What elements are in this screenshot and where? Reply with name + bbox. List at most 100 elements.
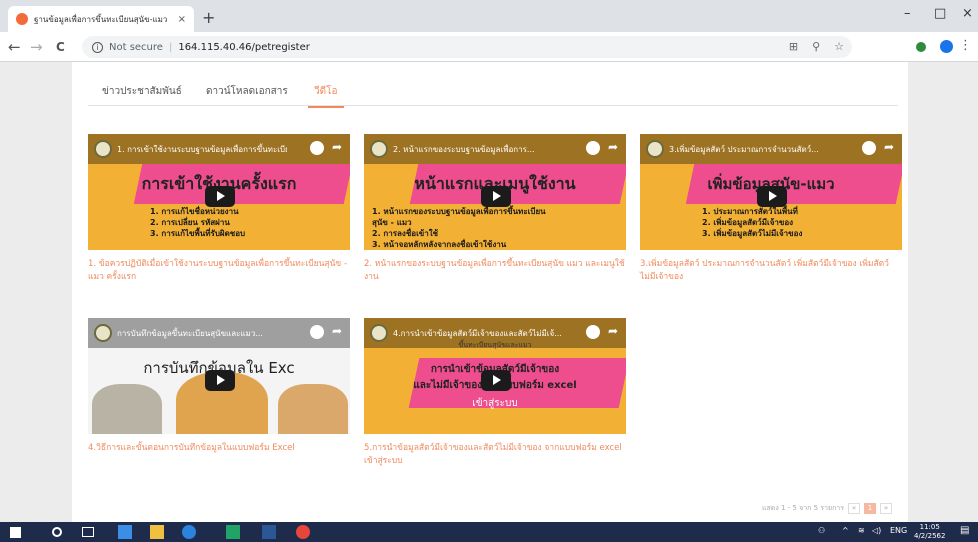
site-favicon-icon [16, 13, 28, 25]
pagination-page-button[interactable]: 1 [864, 503, 876, 514]
video-card: 1. การเข้าใช้งานระบบฐานข้อมูลเพื่อการขึ้… [88, 134, 350, 284]
windows-taskbar: ⚇ ^ ≋ ◁) ENG 11:05 4/2/2562 ▤ [0, 522, 978, 542]
maximize-button[interactable]: □ [934, 6, 946, 21]
translate-icon[interactable]: ⊞ [789, 40, 798, 53]
bullet-text: สุนัข - แมว [372, 218, 412, 227]
watch-later-icon[interactable] [310, 141, 324, 155]
clock-time: 11:05 [919, 523, 940, 531]
new-tab-button[interactable]: + [202, 8, 215, 27]
bookmark-star-icon[interactable]: ☆ [834, 40, 844, 53]
share-icon[interactable]: ➦ [332, 324, 342, 338]
video-title-link[interactable]: 5.การนำข้อมูลสัตว์มีเจ้าของและสัตว์ไม่มี… [364, 442, 626, 468]
pagination-summary: แสดง 1 - 5 จาก 5 รายการ [762, 504, 844, 512]
tab-downloads[interactable]: ดาวน์โหลดเอกสาร [206, 84, 288, 99]
watch-later-icon[interactable] [310, 325, 324, 339]
share-icon[interactable]: ➦ [608, 140, 618, 154]
bullet-text: 3. เพิ่มข้อมูลสัตว์ไม่มีเจ้าของ [702, 229, 803, 238]
browser-tab-title: ฐานข้อมูลเพื่อการขึ้นทะเบียนสุนัข-แมว [34, 14, 168, 24]
word-icon[interactable] [262, 525, 276, 539]
reload-button[interactable]: C [56, 40, 65, 54]
bullet-text: 1. ประมาณการสัตว์ในพื้นที่ [702, 207, 798, 216]
extension-icon[interactable] [916, 42, 926, 52]
tray-chevron-icon[interactable]: ^ [842, 526, 849, 535]
search-icon[interactable] [52, 527, 62, 537]
tab-videos[interactable]: วีดีโอ [308, 84, 343, 108]
bullet-text: 3. การแก้ไขพื้นที่รับผิดชอบ [150, 229, 246, 238]
back-button[interactable]: ← [8, 38, 21, 56]
info-icon[interactable]: i [92, 41, 103, 53]
task-view-icon[interactable] [82, 527, 94, 537]
content-panel: ข่าวประชาสัมพันธ์ ดาวน์โหลดเอกสาร วีดีโอ… [72, 62, 908, 522]
video-bullet: เข้าสู่ระบบ [472, 398, 518, 409]
play-button-icon[interactable] [205, 370, 235, 391]
start-windows-icon[interactable] [10, 527, 21, 538]
channel-logo-icon [94, 324, 112, 342]
language-indicator[interactable]: ENG [890, 526, 907, 535]
tab-news[interactable]: ข่าวประชาสัมพันธ์ [102, 84, 182, 99]
video-thumbnail[interactable]: 2. หน้าแรกของระบบฐานข้อมูลเพื่อการ... ➦ … [364, 134, 626, 250]
tab-close-icon[interactable]: × [178, 14, 186, 25]
chrome-icon[interactable] [296, 525, 310, 539]
video-card: การบันทึกข้อมูลขึ้นทะเบียนสุนัขและแมว...… [88, 318, 350, 455]
address-bar[interactable]: i Not secure | 164.115.40.46/petregister… [82, 36, 852, 58]
video-title-link[interactable]: 4.วิธีการและขั้นตอนการบันทึกข้อมูลในแบบฟ… [88, 442, 350, 455]
share-icon[interactable]: ➦ [884, 140, 894, 154]
store-icon[interactable] [150, 525, 164, 539]
zoom-icon[interactable]: ⚲ [812, 40, 820, 53]
forward-button[interactable]: → [30, 38, 43, 56]
taskbar-clock[interactable]: 11:05 4/2/2562 [914, 523, 945, 541]
edge-icon[interactable] [182, 525, 196, 539]
video-caption: 1. การเข้าใช้งานระบบฐานข้อมูลเพื่อการขึ้… [117, 144, 287, 154]
people-icon[interactable]: ⚇ [818, 526, 825, 535]
browser-menu-icon[interactable]: ⋮ [959, 38, 972, 53]
video-bullets: 1. การแก้ไขชื่อหน่วยงาน 2. การเปลี่ยน รห… [150, 206, 245, 239]
url-separator: | [168, 41, 173, 53]
line-app-icon[interactable] [226, 525, 240, 539]
play-button-icon[interactable] [481, 186, 511, 207]
video-thumbnail[interactable]: การบันทึกข้อมูลขึ้นทะเบียนสุนัขและแมว...… [88, 318, 350, 434]
video-caption: 2. หน้าแรกของระบบฐานข้อมูลเพื่อการ... [393, 144, 535, 154]
video-caption: 3.เพิ่มข้อมูลสัตว์ ประมาณการจำนวนสัตว์..… [669, 144, 819, 154]
volume-icon[interactable]: ◁) [872, 526, 881, 535]
video-caption: การบันทึกข้อมูลขึ้นทะเบียนสุนัขและแมว... [117, 328, 263, 338]
pagination-prev-button[interactable]: « [848, 503, 860, 514]
cat-image [92, 384, 162, 434]
play-button-icon[interactable] [757, 186, 787, 207]
watch-later-icon[interactable] [586, 141, 600, 155]
bullet-text: 2. การเปลี่ยน รหัสผ่าน [150, 218, 230, 227]
share-icon[interactable]: ➦ [608, 324, 618, 338]
watch-later-icon[interactable] [862, 141, 876, 155]
channel-logo-icon [94, 140, 112, 158]
profile-avatar[interactable] [940, 40, 953, 53]
video-title-link[interactable]: 1. ข้อควรปฏิบัติเมื่อเข้าใช้งานระบบฐานข้… [88, 258, 350, 284]
bullet-text: 1. หน้าแรกของระบบฐานข้อมูลเพื่อการขึ้นทะ… [372, 207, 546, 216]
video-title-link[interactable]: 3.เพิ่มข้อมูลสัตว์ ประมาณการจำนวนสัตว์ เ… [640, 258, 902, 284]
tab-strip: ฐานข้อมูลเพื่อการขึ้นทะเบียนสุนัข-แมว × … [0, 0, 978, 32]
watch-later-icon[interactable] [586, 325, 600, 339]
play-button-icon[interactable] [481, 370, 511, 391]
video-card: 4.การนำเข้าข้อมูลสัตว์มีเจ้าของและสัตว์ไ… [364, 318, 626, 468]
file-explorer-icon[interactable] [118, 525, 132, 539]
play-button-icon[interactable] [205, 186, 235, 207]
browser-tab[interactable]: ฐานข้อมูลเพื่อการขึ้นทะเบียนสุนัข-แมว × [8, 6, 194, 32]
notifications-icon[interactable]: ▤ [960, 525, 969, 536]
clock-date: 4/2/2562 [914, 532, 946, 540]
video-thumbnail[interactable]: 3.เพิ่มข้อมูลสัตว์ ประมาณการจำนวนสัตว์..… [640, 134, 902, 250]
pagination-next-button[interactable]: » [880, 503, 892, 514]
kitten-image [278, 384, 348, 434]
bullet-text: 2. การลงชื่อเข้าใช้ [372, 229, 439, 238]
pagination: แสดง 1 - 5 จาก 5 รายการ « 1 » [762, 503, 892, 514]
video-thumbnail[interactable]: 1. การเข้าใช้งานระบบฐานข้อมูลเพื่อการขึ้… [88, 134, 350, 250]
window-close-button[interactable]: × [962, 6, 973, 21]
video-thumbnail[interactable]: 4.การนำเข้าข้อมูลสัตว์มีเจ้าของและสัตว์ไ… [364, 318, 626, 434]
minimize-button[interactable]: – [904, 6, 911, 21]
video-card: 3.เพิ่มข้อมูลสัตว์ ประมาณการจำนวนสัตว์..… [640, 134, 902, 284]
bullet-text: 1. การแก้ไขชื่อหน่วยงาน [150, 207, 239, 216]
channel-logo-icon [646, 140, 664, 158]
channel-logo-icon [370, 140, 388, 158]
url-text[interactable]: 164.115.40.46/petregister [178, 42, 310, 53]
network-icon[interactable]: ≋ [858, 526, 865, 535]
video-title-link[interactable]: 2. หน้าแรกของระบบฐานข้อมูลเพื่อการขึ้นทะ… [364, 258, 626, 284]
security-label: Not secure [109, 41, 163, 53]
share-icon[interactable]: ➦ [332, 140, 342, 154]
